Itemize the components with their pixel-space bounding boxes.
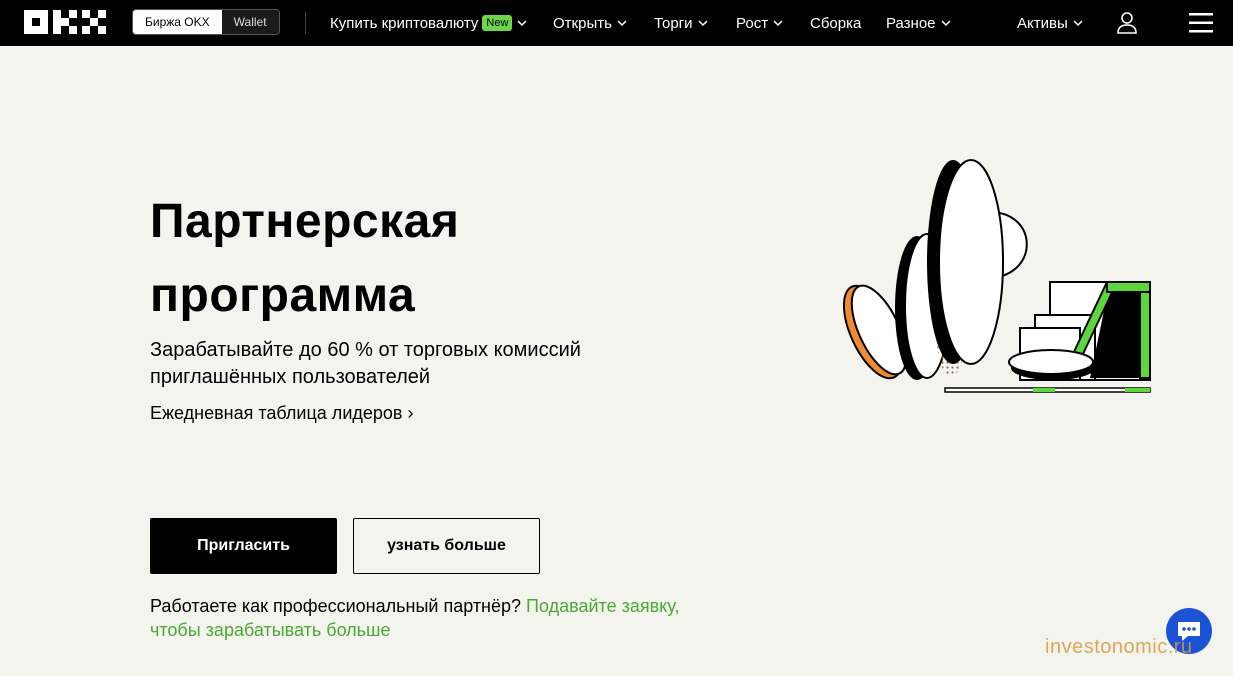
switch-wallet[interactable]: Wallet xyxy=(221,10,279,34)
chevron-down-icon xyxy=(941,20,951,27)
nav-buy-crypto-label: Купить криптовалюту xyxy=(330,14,479,32)
hero-subtitle: Зарабатывайте до 60 % от торговых комисс… xyxy=(150,339,581,388)
nav-divider xyxy=(305,12,306,34)
nav-misc-label: Разное xyxy=(886,14,936,32)
invite-button[interactable]: Пригласить xyxy=(150,518,337,574)
learn-more-button[interactable]: узнать больше xyxy=(353,518,540,574)
nav-assets[interactable]: Активы xyxy=(1017,0,1083,46)
hamburger-menu-icon[interactable] xyxy=(1189,12,1213,34)
nav-open-label: Открыть xyxy=(553,14,612,32)
chevron-down-icon xyxy=(698,20,708,27)
leaderboard-link-label: Ежедневная таблица лидеров xyxy=(150,403,403,423)
nav-open[interactable]: Открыть xyxy=(553,0,627,46)
top-nav-bar: Биржа OKX Wallet Купить криптовалюту New… xyxy=(0,0,1233,46)
chevron-right-icon: › xyxy=(407,403,414,423)
exchange-wallet-switch: Биржа OKX Wallet xyxy=(132,9,280,35)
nav-build-label: Сборка xyxy=(810,14,862,32)
page-title: Партнерская программа xyxy=(150,195,460,322)
nav-build[interactable]: Сборка xyxy=(810,0,861,46)
coins-illustration xyxy=(842,159,1151,393)
nav-grow-label: Рост xyxy=(736,14,769,32)
chevron-down-icon xyxy=(773,20,783,27)
nav-buy-crypto[interactable]: Купить криптовалюту New xyxy=(330,0,527,46)
partner-text: Работаете как профессиональный партнёр? xyxy=(150,596,522,616)
nav-grow[interactable]: Рост xyxy=(736,0,783,46)
chevron-down-icon xyxy=(617,20,627,27)
nav-misc[interactable]: Разное xyxy=(886,0,951,46)
nav-assets-label: Активы xyxy=(1017,14,1068,32)
nav-trade-label: Торги xyxy=(654,14,693,32)
leaderboard-link[interactable]: Ежедневная таблица лидеров › xyxy=(150,401,413,425)
chevron-down-icon xyxy=(517,20,527,27)
watermark-text: investonomic.ru xyxy=(1045,636,1193,658)
chevron-down-icon xyxy=(1073,20,1083,27)
partner-note: Работаете как профессиональный партнёр? … xyxy=(150,594,710,642)
switch-exchange[interactable]: Биржа OKX xyxy=(133,10,222,34)
new-badge: New xyxy=(482,15,513,31)
user-icon[interactable] xyxy=(1116,11,1138,35)
nav-trade[interactable]: Торги xyxy=(654,0,708,46)
okx-logo[interactable] xyxy=(24,10,106,34)
